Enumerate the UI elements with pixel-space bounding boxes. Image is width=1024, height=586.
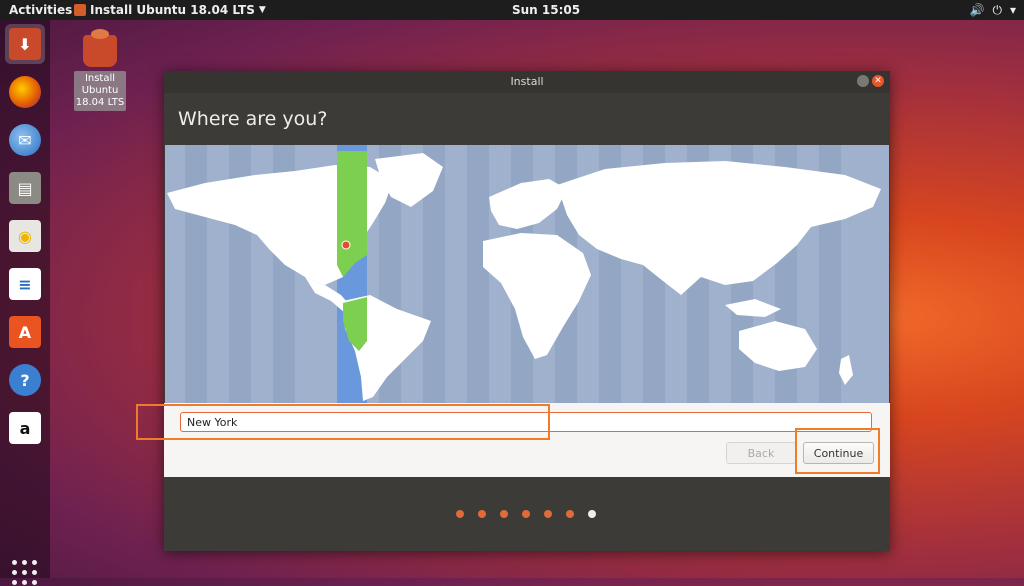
- dock-item-firefox[interactable]: [5, 72, 45, 112]
- dock-item-thunderbird[interactable]: ✉: [5, 120, 45, 160]
- installer-icon: ⬇: [9, 28, 41, 60]
- highlight-box: [136, 404, 550, 440]
- window-titlebar[interactable]: Install ✕: [164, 71, 890, 93]
- progress-dot: [456, 510, 464, 518]
- progress-dot: [566, 510, 574, 518]
- desktop-icon-installer[interactable]: Install Ubuntu 18.04 LTS: [74, 29, 126, 111]
- rhythmbox-icon: ◉: [9, 220, 41, 252]
- caret-down-icon: ▾: [1009, 3, 1016, 17]
- dock-item-installer[interactable]: ⬇: [5, 24, 45, 64]
- files-icon: ▤: [9, 172, 41, 204]
- minimize-button[interactable]: [857, 75, 869, 87]
- installer-icon: [74, 4, 86, 16]
- installer-icon: [83, 29, 117, 67]
- world-map-graphic: [167, 145, 881, 403]
- amazon-icon: a: [9, 412, 41, 444]
- app-menu-label: Install Ubuntu 18.04 LTS: [90, 3, 255, 17]
- installer-window: Install ✕ Where are you? New York Back C…: [164, 71, 890, 551]
- writer-icon: ≡: [9, 268, 41, 300]
- app-menu[interactable]: Install Ubuntu 18.04 LTS ▼: [74, 0, 266, 20]
- activities-button[interactable]: Activities: [9, 0, 72, 20]
- dock-item-amazon[interactable]: a: [5, 408, 45, 448]
- desktop-icon-label: Install Ubuntu 18.04 LTS: [74, 71, 126, 111]
- close-button[interactable]: ✕: [872, 75, 884, 87]
- power-icon: ⏻: [992, 3, 1002, 17]
- window-title: Install: [510, 75, 544, 88]
- help-icon: ?: [9, 364, 41, 396]
- dock-item-writer[interactable]: ≡: [5, 264, 45, 304]
- dock-item-rhythmbox[interactable]: ◉: [5, 216, 45, 256]
- dock-item-software[interactable]: A: [5, 312, 45, 352]
- thunderbird-icon: ✉: [9, 124, 41, 156]
- highlight-box: [795, 428, 880, 474]
- progress-dots: [456, 510, 596, 518]
- progress-dot: [544, 510, 552, 518]
- progress-dot: [522, 510, 530, 518]
- show-applications-button[interactable]: [12, 560, 38, 586]
- caret-down-icon: ▼: [258, 5, 266, 15]
- system-menu[interactable]: 🔊 ⏻ ▾: [970, 0, 1016, 20]
- dock-item-files[interactable]: ▤: [5, 168, 45, 208]
- progress-footer: [164, 477, 890, 551]
- progress-dot: [478, 510, 486, 518]
- progress-dot: [500, 510, 508, 518]
- page-title: Where are you?: [178, 108, 328, 130]
- clock[interactable]: Sun 15:05: [512, 0, 580, 20]
- top-bar: Activities Install Ubuntu 18.04 LTS ▼ Su…: [0, 0, 1024, 20]
- dock: ⬇ ✉ ▤ ◉ ≡ A ? a: [0, 20, 50, 585]
- software-icon: A: [9, 316, 41, 348]
- firefox-icon: [9, 76, 41, 108]
- timezone-map[interactable]: [165, 145, 889, 403]
- progress-dot-current: [588, 510, 596, 518]
- dock-item-help[interactable]: ?: [5, 360, 45, 400]
- back-button[interactable]: Back: [726, 442, 796, 464]
- volume-icon: 🔊: [969, 3, 985, 17]
